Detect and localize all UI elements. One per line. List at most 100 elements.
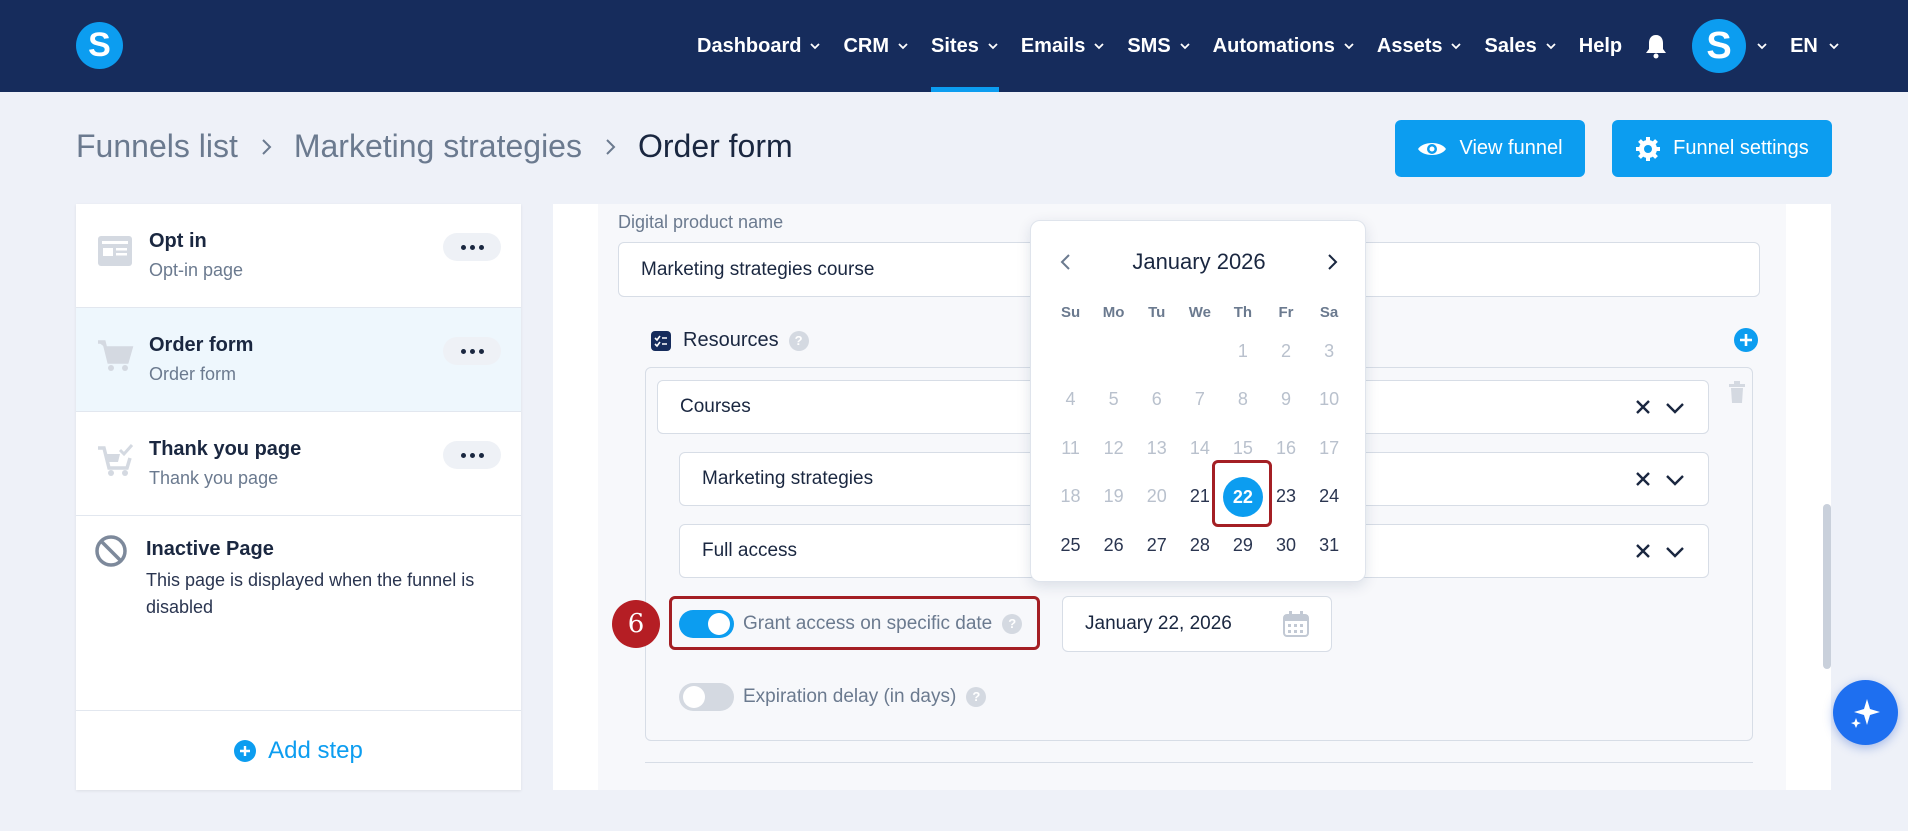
step-title: Opt in xyxy=(149,230,207,252)
step-subtitle: Order form xyxy=(149,364,237,384)
calendar-weekday-row: Su Mo Tu We Th Fr Sa xyxy=(1049,297,1351,327)
nav-sales[interactable]: Sales xyxy=(1484,0,1556,92)
calendar-day: 13 xyxy=(1146,437,1167,458)
funnel-steps-panel: Opt in Opt-in page Order form Order form… xyxy=(76,204,521,790)
calendar-day: 14 xyxy=(1189,437,1210,458)
step-menu-button[interactable] xyxy=(443,233,501,261)
bell-icon[interactable] xyxy=(1644,33,1668,59)
nav-sms[interactable]: SMS xyxy=(1127,0,1190,92)
main-nav: Dashboard CRM Sites Emails SMS Automatio… xyxy=(697,0,1840,92)
calendar-day[interactable]: 25 xyxy=(1049,535,1092,556)
nav-automations[interactable]: Automations xyxy=(1213,0,1355,92)
calendar-day[interactable]: 27 xyxy=(1135,535,1178,556)
calendar-day: 16 xyxy=(1276,437,1297,458)
chevron-down-icon xyxy=(1180,43,1190,50)
breadcrumb-funnel[interactable]: Marketing strategies xyxy=(294,128,582,165)
step-thank-you[interactable]: Thank you page Thank you page xyxy=(76,412,521,516)
ai-assistant-button[interactable] xyxy=(1833,680,1898,745)
step-subtitle: Thank you page xyxy=(149,468,279,488)
step-menu-button[interactable] xyxy=(443,337,501,365)
funnel-settings-button[interactable]: Funnel settings xyxy=(1612,120,1832,177)
calendar-day[interactable]: 24 xyxy=(1308,486,1351,507)
highlight-selected-day xyxy=(1212,460,1272,527)
calendar-weekday: Mo xyxy=(1102,303,1125,321)
close-icon[interactable] xyxy=(1635,399,1651,415)
calendar-day: 7 xyxy=(1194,389,1205,410)
calendar-week-row: 11 12 13 14 15 16 17 xyxy=(1049,424,1351,473)
nav-emails[interactable]: Emails xyxy=(1021,0,1105,92)
chevron-down-icon xyxy=(1094,43,1104,50)
chevron-down-icon[interactable] xyxy=(1665,546,1685,558)
nav-dashboard[interactable]: Dashboard xyxy=(697,0,821,92)
top-navbar: S Dashboard CRM Sites Emails SMS Automat… xyxy=(0,0,1908,92)
inactive-page-description: This page is displayed when the funnel i… xyxy=(146,570,475,617)
user-avatar[interactable]: S xyxy=(1692,19,1747,73)
calendar-week-row: 1 2 3 xyxy=(1049,327,1351,376)
calendar-day: 3 xyxy=(1324,340,1335,361)
add-step-button[interactable]: Add step xyxy=(76,710,521,790)
calendar-day: 18 xyxy=(1060,486,1081,507)
close-icon[interactable] xyxy=(1635,543,1651,559)
nav-sites[interactable]: Sites xyxy=(931,0,999,92)
breadcrumb-funnels-list[interactable]: Funnels list xyxy=(76,128,238,165)
calendar-day: 9 xyxy=(1281,389,1292,410)
add-resource-icon[interactable] xyxy=(1734,328,1758,352)
app-logo[interactable]: S xyxy=(76,22,123,69)
funnel-settings-label: Funnel settings xyxy=(1673,137,1809,159)
language-selector[interactable]: EN xyxy=(1790,35,1840,58)
highlight-grant-access xyxy=(669,596,1040,650)
select-value: Marketing strategies xyxy=(702,468,874,489)
calendar-month-label: January 2026 xyxy=(1132,249,1266,274)
chevron-down-icon xyxy=(988,43,998,50)
step-number-badge: 6 xyxy=(612,600,660,648)
calendar-day[interactable]: 29 xyxy=(1221,535,1264,556)
input-value: Marketing strategies course xyxy=(641,258,875,280)
calendar-day: 12 xyxy=(1103,437,1124,458)
scrollbar[interactable] xyxy=(1823,504,1831,669)
calendar-day: 11 xyxy=(1061,437,1080,458)
calendar-week-row: 25 26 27 28 29 30 31 xyxy=(1049,521,1351,570)
expiration-toggle[interactable] xyxy=(679,683,734,711)
nav-label: SMS xyxy=(1127,34,1171,57)
chevron-down-icon xyxy=(1829,43,1839,50)
step-menu-button[interactable] xyxy=(443,441,501,469)
breadcrumb: Funnels list Marketing strategies Order … xyxy=(76,128,793,165)
nav-label: Sales xyxy=(1484,34,1537,57)
calendar-day[interactable]: 26 xyxy=(1092,535,1135,556)
step-order-form[interactable]: Order form Order form xyxy=(76,308,521,412)
chevron-right-icon[interactable] xyxy=(1327,253,1339,271)
calendar-day[interactable]: 30 xyxy=(1264,535,1307,556)
nav-help[interactable]: Help xyxy=(1579,0,1622,92)
expiration-label-text: Expiration delay (in days) xyxy=(743,686,957,707)
cart-check-icon xyxy=(98,444,134,476)
chevron-down-icon xyxy=(1546,43,1556,50)
help-icon[interactable]: ? xyxy=(788,330,809,351)
chevron-down-icon[interactable] xyxy=(1665,474,1685,486)
date-picker-popup: January 2026 Su Mo Tu We Th Fr Sa 1 2 3 4 5 6 7 8 9 10 11… xyxy=(1030,220,1366,582)
calendar-day[interactable]: 28 xyxy=(1178,535,1221,556)
chevron-down-icon[interactable] xyxy=(1665,402,1685,414)
close-icon[interactable] xyxy=(1635,471,1651,487)
calendar-day: 4 xyxy=(1065,389,1076,410)
chevron-down-icon[interactable] xyxy=(1756,40,1768,52)
calendar-weekday: We xyxy=(1188,303,1211,321)
nav-crm[interactable]: CRM xyxy=(843,0,909,92)
chevron-down-icon xyxy=(898,43,908,50)
optin-page-icon xyxy=(98,236,132,266)
ban-icon xyxy=(95,535,127,567)
inactive-page-title[interactable]: Inactive Page xyxy=(146,538,274,561)
view-funnel-button[interactable]: View funnel xyxy=(1395,120,1585,177)
nav-assets[interactable]: Assets xyxy=(1377,0,1463,92)
calendar-week-row: 4 5 6 7 8 9 10 xyxy=(1049,376,1351,425)
chevron-down-icon xyxy=(1344,43,1354,50)
add-step-label: Add step xyxy=(268,736,363,764)
calendar-weekday: Su xyxy=(1060,303,1081,321)
cart-icon xyxy=(98,340,134,371)
calendar-icon[interactable] xyxy=(1283,611,1309,637)
calendar-day[interactable]: 31 xyxy=(1308,535,1351,556)
nav-label: Automations xyxy=(1212,34,1335,57)
step-opt-in[interactable]: Opt in Opt-in page xyxy=(76,204,521,308)
input-value: January 22, 2026 xyxy=(1085,613,1232,634)
calendar-day: 2 xyxy=(1281,340,1292,361)
help-icon[interactable]: ? xyxy=(966,687,987,707)
